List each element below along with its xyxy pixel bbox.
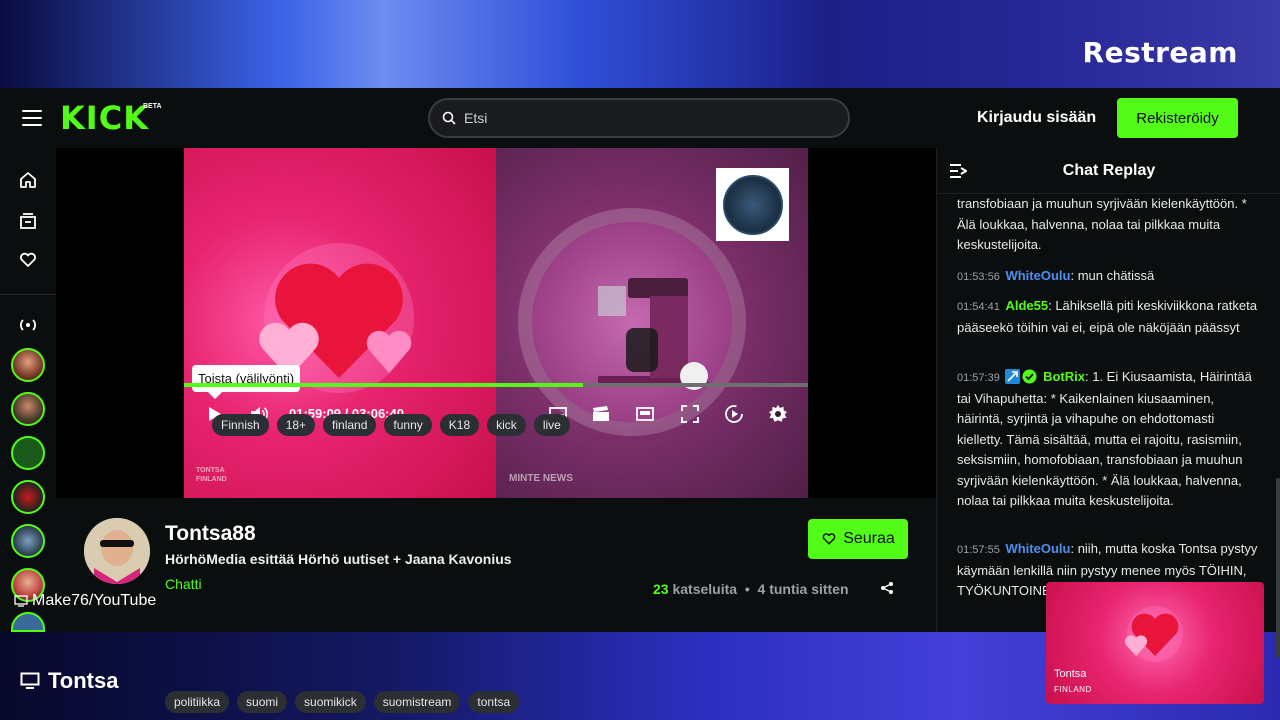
tontsa-watermark: TONTSA FINLAND (196, 467, 227, 483)
search-icon (442, 111, 456, 125)
tag-suomi[interactable]: suomi (237, 691, 288, 713)
video-player[interactable]: MINTE NEWS TONTSA FINLAND (56, 148, 936, 498)
verified-badge-icon (1022, 369, 1037, 384)
viewer-count: 23 (653, 581, 669, 597)
chat-message: 01:53:56 WhiteOulu: mun chätissä (957, 268, 1155, 283)
chat-header: Chat Replay (937, 148, 1280, 194)
share-icon[interactable] (880, 581, 894, 595)
live-channels-icon[interactable] (18, 315, 38, 335)
home-icon[interactable] (18, 170, 38, 190)
category-link[interactable]: Chatti (165, 576, 202, 592)
chat-scrollbar[interactable] (1276, 478, 1280, 658)
progress-fill (184, 383, 584, 387)
pip-name: Tontsa (1054, 668, 1087, 680)
search-input[interactable] (464, 110, 824, 126)
restream-logo: Restream (1082, 36, 1238, 69)
video-left-panel (184, 148, 496, 498)
video-frame[interactable]: MINTE NEWS TONTSA FINLAND (184, 148, 808, 498)
chat-panel: Chat Replay transfobiaan ja muuhun syrji… (936, 148, 1280, 658)
channel-avatar[interactable] (11, 524, 45, 558)
browse-icon[interactable] (18, 211, 38, 231)
side-nav (0, 148, 56, 632)
video-credit: Make76/YouTube (14, 592, 156, 610)
bot-badge-icon (1005, 369, 1021, 384)
channel-badge-logo (716, 168, 789, 241)
follow-button[interactable]: Seuraa (808, 519, 908, 559)
stream-title: HörhöMedia esittää Hörhö uutiset + Jaana… (165, 551, 512, 567)
streamer-name[interactable]: Tontsa88 (165, 522, 256, 546)
play-tooltip: Toista (välilyönti) (192, 365, 301, 392)
chat-username[interactable]: BotRix (1043, 369, 1085, 384)
monitor-icon (20, 672, 40, 689)
streamer-avatar[interactable] (84, 518, 150, 584)
chat-message: 01:57:39 BotRix: 1. Ei Kiusaamista, Häir… (957, 369, 1252, 508)
picture-in-picture[interactable]: Tontsa FINLAND (1046, 582, 1264, 704)
channel-avatar[interactable] (11, 612, 45, 632)
kick-app-window: KICK BETA Kirjaudu sisään Rekisteröidy (0, 88, 1280, 713)
following-icon[interactable] (18, 250, 38, 270)
coffee-maker-image (598, 278, 708, 390)
progress-bar[interactable] (184, 383, 808, 387)
channel-avatar[interactable] (11, 480, 45, 514)
stream-info: Tontsa88 HörhöMedia esittää Hörhö uutise… (56, 414, 936, 713)
miniplayer-icon[interactable] (635, 404, 655, 424)
kick-logo[interactable]: KICK (60, 99, 149, 137)
heart-icon (822, 533, 836, 545)
tag-finnish[interactable]: Finnish (212, 414, 269, 436)
pip-subtitle: FINLAND (1054, 685, 1092, 694)
viewer-label: katseluita (672, 581, 738, 597)
tag-tontsa[interactable]: tontsa (468, 691, 520, 713)
chat-title: Chat Replay (1062, 162, 1156, 179)
settings-gear-icon[interactable] (768, 404, 788, 424)
tag-suomistream[interactable]: suomistream (373, 691, 461, 713)
viewer-stats: 23 katseluita • 4 tuntia sitten (653, 581, 849, 597)
restream-title: Tontsa (20, 668, 118, 694)
nav-divider (0, 294, 56, 295)
tag-suomikick[interactable]: suomikick (295, 691, 366, 713)
chat-username[interactable]: WhiteOulu (1005, 541, 1070, 556)
channel-avatar[interactable] (11, 436, 45, 470)
chat-username[interactable]: Alde55 (1005, 298, 1048, 313)
chat-username[interactable]: WhiteOulu (1005, 268, 1070, 283)
login-link[interactable]: Kirjaudu sisään (977, 109, 1096, 127)
chat-message: 01:54:41 Alde55: Lähiksellä piti keskivi… (957, 298, 1257, 335)
beta-badge: BETA (143, 103, 162, 110)
tag-finland[interactable]: finland (323, 414, 377, 436)
chat-messages: transfobiaan ja muuhun syrjivään kielenk… (937, 194, 1280, 632)
video-watermark: MINTE NEWS (509, 473, 573, 484)
top-bar: KICK BETA Kirjaudu sisään Rekisteröidy (0, 88, 1280, 148)
tag-k18[interactable]: K18 (439, 414, 480, 436)
channel-avatar[interactable] (11, 348, 45, 382)
channel-avatar[interactable] (11, 392, 45, 426)
separator-dot: • (744, 581, 750, 597)
playback-speed-icon[interactable] (724, 404, 744, 424)
fullscreen-icon[interactable] (680, 404, 700, 424)
follow-label: Seuraa (843, 530, 895, 547)
monitor-icon (14, 595, 28, 607)
tag-politiikka[interactable]: politiikka (165, 691, 230, 713)
register-button[interactable]: Rekisteröidy (1117, 98, 1238, 138)
tag-18[interactable]: 18+ (276, 414, 316, 436)
time-ago: 4 tuntia sitten (757, 581, 849, 597)
tag-kick[interactable]: kick (487, 414, 526, 436)
tag-live[interactable]: live (533, 414, 570, 436)
chat-message: transfobiaan ja muuhun syrjivään kielenk… (957, 196, 1247, 252)
pip-hearts (1124, 606, 1183, 662)
search-bar[interactable] (428, 98, 850, 138)
tag-funny[interactable]: funny (384, 414, 432, 436)
clip-icon[interactable] (591, 404, 611, 424)
menu-icon[interactable] (22, 110, 42, 126)
